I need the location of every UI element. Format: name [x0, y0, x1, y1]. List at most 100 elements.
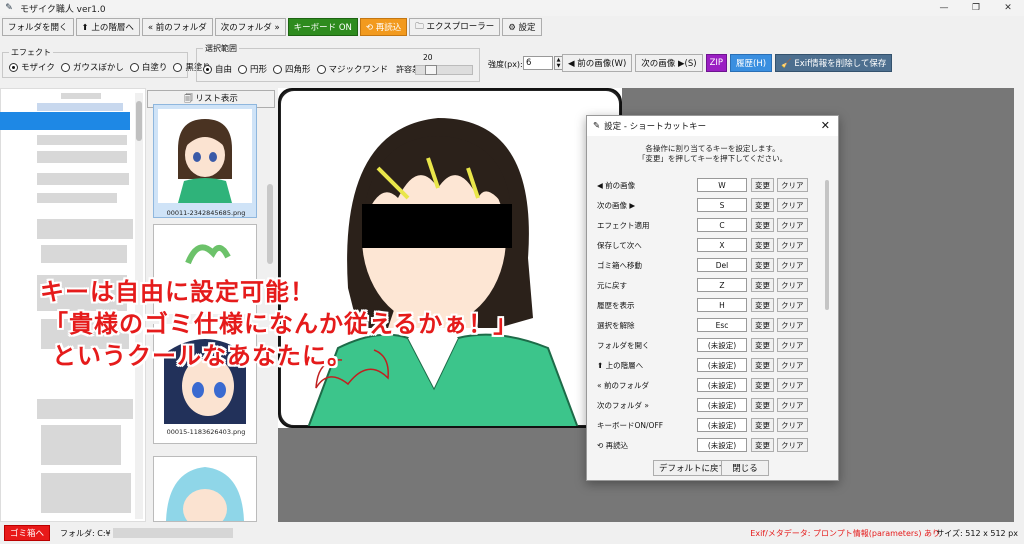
thumbnail-item[interactable]: 00011-2342845685.png — [153, 104, 257, 218]
change-key-button[interactable]: 変更 — [751, 418, 774, 432]
select-radio-magic[interactable]: マジックワンド — [316, 63, 388, 75]
explorer-button[interactable]: 🗀 エクスプローラー — [409, 18, 501, 36]
shortcut-key-field[interactable]: (未設定) — [697, 418, 747, 432]
blurred-text — [41, 245, 127, 263]
tree-selected-item[interactable] — [0, 112, 130, 130]
up-level-button[interactable]: ⬆ 上の階層へ — [75, 18, 140, 36]
clear-key-button[interactable]: クリア — [777, 298, 808, 312]
shortcut-settings-dialog: ✎ 設定 - ショートカットキー ✕ 各操作に割り当てるキーを設定します。 「変… — [586, 115, 839, 481]
dialog-close-icon[interactable]: ✕ — [821, 119, 830, 132]
keyboard-toggle-button[interactable]: キーボード ON — [287, 18, 358, 36]
shortcut-key-field[interactable]: X — [697, 238, 747, 252]
blurred-text — [37, 219, 133, 239]
dialog-desc-line1: 各操作に割り当てるキーを設定します。 — [645, 144, 780, 153]
clear-key-button[interactable]: クリア — [777, 218, 808, 232]
open-folder-button[interactable]: フォルダを開く — [2, 18, 74, 36]
shortcut-key-field[interactable]: W — [697, 178, 747, 192]
blurred-text — [37, 151, 127, 163]
maximize-button[interactable]: ❐ — [960, 0, 992, 16]
prev-image-button[interactable]: ◀ 前の画像(W) — [562, 54, 633, 72]
change-key-button[interactable]: 変更 — [751, 438, 774, 452]
shortcut-key-field[interactable]: Del — [697, 258, 747, 272]
change-key-button[interactable]: 変更 — [751, 318, 774, 332]
trash-button[interactable]: ゴミ箱へ — [4, 525, 51, 541]
clear-key-button[interactable]: クリア — [777, 438, 808, 452]
thumbnail-scrollbar[interactable] — [267, 184, 273, 264]
title-bar: ✎ モザイク職人 ver1.0 — ❐ ✕ — [0, 0, 1024, 16]
change-key-button[interactable]: 変更 — [751, 218, 774, 232]
select-radio-rect[interactable]: 四角形 — [273, 63, 311, 75]
prev-folder-button[interactable]: « 前のフォルダ — [141, 18, 213, 36]
clear-key-button[interactable]: クリア — [777, 198, 808, 212]
next-image-button[interactable]: 次の画像 ▶(S) — [635, 54, 703, 72]
shortcut-label: ⟲ 再読込 — [597, 440, 629, 450]
clear-key-button[interactable]: クリア — [777, 378, 808, 392]
dialog-feather-icon: ✎ — [593, 121, 601, 131]
settings-button[interactable]: ⚙ 設定 — [502, 18, 542, 36]
status-size: サイズ: 512 x 512 px — [936, 528, 1018, 538]
clear-key-button[interactable]: クリア — [777, 338, 808, 352]
tolerance-slider[interactable] — [415, 65, 473, 75]
shortcut-key-field[interactable]: (未設定) — [697, 338, 747, 352]
change-key-button[interactable]: 変更 — [751, 238, 774, 252]
change-key-button[interactable]: 変更 — [751, 298, 774, 312]
clear-key-button[interactable]: クリア — [777, 358, 808, 372]
change-key-button[interactable]: 変更 — [751, 278, 774, 292]
effect-radio-white[interactable]: 白塗り — [129, 61, 167, 73]
shortcut-key-field[interactable]: (未設定) — [697, 378, 747, 392]
change-key-button[interactable]: 変更 — [751, 378, 774, 392]
shortcut-key-field[interactable]: (未設定) — [697, 398, 747, 412]
spin-down-icon[interactable]: ▼ — [555, 63, 562, 69]
shortcut-row: ゴミ箱へ移動 Del 変更 クリア — [597, 257, 817, 273]
shortcut-key-field[interactable]: (未設定) — [697, 438, 747, 452]
change-key-button[interactable]: 変更 — [751, 178, 774, 192]
shortcut-label: キーボードON/OFF — [597, 420, 664, 430]
change-key-button[interactable]: 変更 — [751, 198, 774, 212]
history-button[interactable]: 履歴(H) — [730, 54, 773, 72]
strength-input[interactable]: 6 — [523, 56, 553, 70]
reload-button[interactable]: ⟲ 再読込 — [359, 18, 408, 36]
select-radio-free[interactable]: 自由 — [203, 63, 232, 75]
shortcut-key-field[interactable]: H — [697, 298, 747, 312]
tolerance-slider-thumb[interactable] — [425, 65, 437, 75]
effect-radio-mosaic[interactable]: モザイク — [9, 61, 55, 73]
clear-key-button[interactable]: クリア — [777, 258, 808, 272]
change-key-button[interactable]: 変更 — [751, 398, 774, 412]
clear-key-button[interactable]: クリア — [777, 318, 808, 332]
app-feather-icon: ✎ — [5, 3, 13, 13]
zip-button[interactable]: ZIP — [705, 54, 728, 72]
clear-key-button[interactable]: クリア — [777, 238, 808, 252]
change-key-button[interactable]: 変更 — [751, 338, 774, 352]
blurred-text — [61, 93, 101, 99]
main-image[interactable] — [278, 88, 622, 428]
tree-scrollbar-thumb[interactable] — [136, 101, 142, 141]
clear-key-button[interactable]: クリア — [777, 418, 808, 432]
radio-dot — [273, 64, 283, 74]
shortcut-key-field[interactable]: S — [697, 198, 747, 212]
shortcut-key-field[interactable]: C — [697, 218, 747, 232]
blurred-text — [37, 135, 127, 145]
thumbnail-item[interactable] — [153, 456, 257, 522]
radio-dot — [129, 62, 139, 72]
shortcut-label: « 前のフォルダ — [597, 380, 649, 390]
shortcut-row: キーボードON/OFF (未設定) 変更 クリア — [597, 417, 817, 433]
change-key-button[interactable]: 変更 — [751, 258, 774, 272]
change-key-button[interactable]: 変更 — [751, 358, 774, 372]
shortcut-row: 次の画像 ▶ S 変更 クリア — [597, 197, 817, 213]
next-folder-button[interactable]: 次のフォルダ » — [214, 18, 286, 36]
clear-key-button[interactable]: クリア — [777, 178, 808, 192]
clear-key-button[interactable]: クリア — [777, 398, 808, 412]
shortcut-key-field[interactable]: Z — [697, 278, 747, 292]
shortcut-key-field[interactable]: (未設定) — [697, 358, 747, 372]
minimize-button[interactable]: — — [928, 0, 960, 16]
radio-dot — [238, 64, 248, 74]
clear-key-button[interactable]: クリア — [777, 278, 808, 292]
shortcut-key-field[interactable]: Esc — [697, 318, 747, 332]
exif-remove-save-button[interactable]: 🧹 Exif情報を削除して保存 — [775, 54, 893, 72]
dialog-close-button[interactable]: 閉じる — [721, 460, 769, 476]
thumbnail-image — [158, 109, 252, 203]
effect-radio-gauss[interactable]: ガウスぼかし — [60, 61, 124, 73]
select-radio-circle[interactable]: 円形 — [238, 63, 267, 75]
dialog-scrollbar[interactable] — [825, 180, 829, 310]
close-window-button[interactable]: ✕ — [992, 0, 1024, 16]
